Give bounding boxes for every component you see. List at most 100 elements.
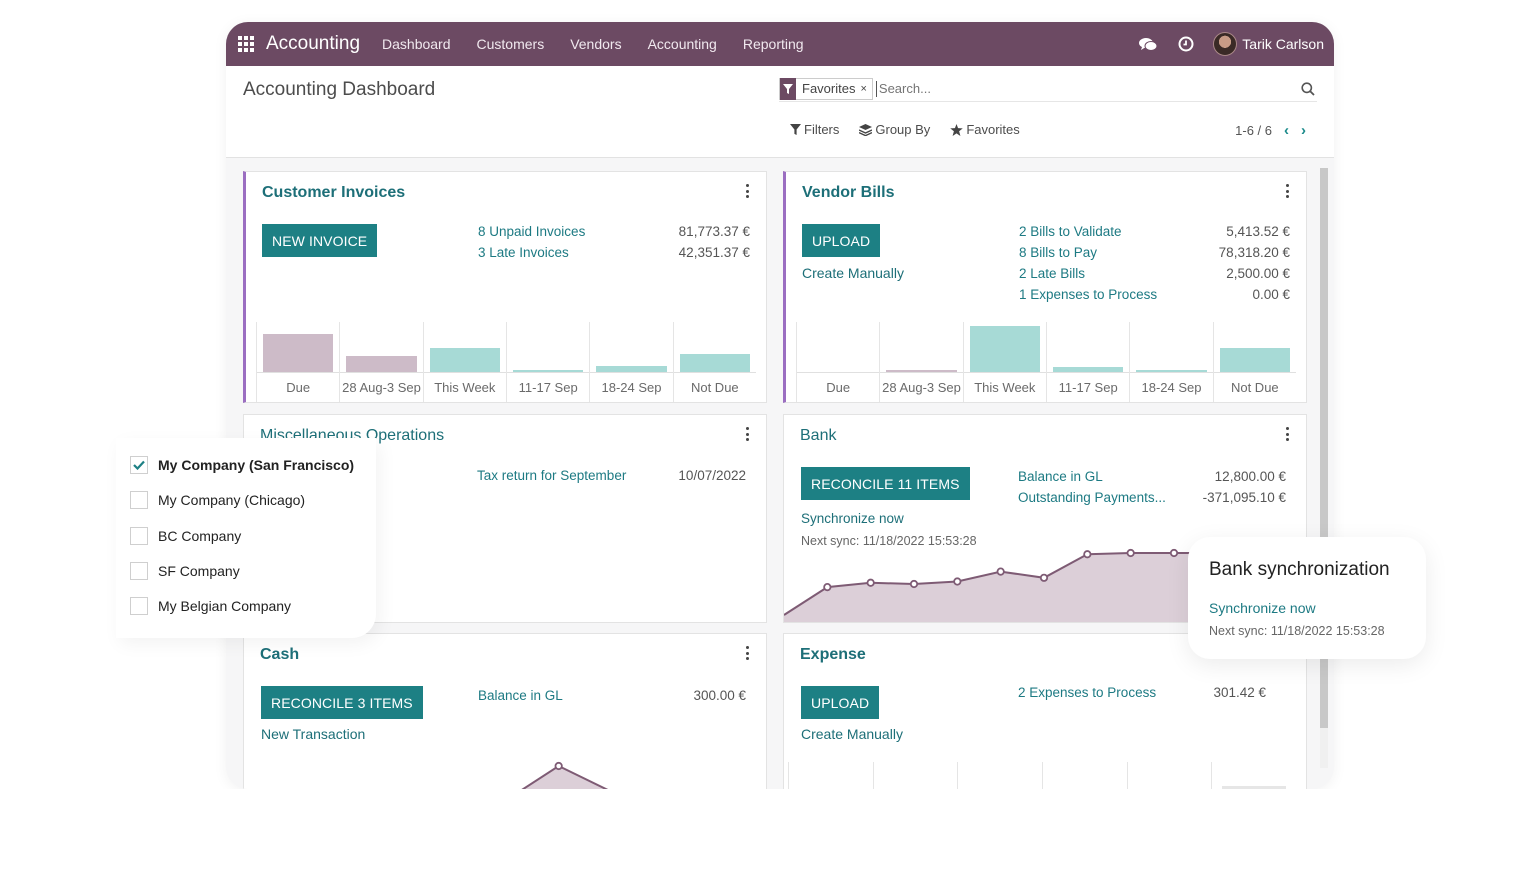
company-option[interactable]: My Belgian Company [130,597,291,615]
filters-button[interactable]: Filters [790,122,839,137]
chart-point[interactable] [1169,548,1179,558]
chart-column[interactable] [957,762,1042,789]
stat-row[interactable]: 3 Late Invoices 42,351.37 € [478,245,750,260]
nav-reporting[interactable]: Reporting [743,36,804,52]
card-menu-icon[interactable] [744,646,750,660]
chart-bar[interactable] [263,333,334,372]
stat-row[interactable]: Balance in GL 300.00 € [478,688,746,703]
chart-point[interactable] [1083,550,1092,559]
card-menu-icon[interactable] [744,427,750,441]
chat-icon[interactable] [1137,33,1159,55]
checkbox-checked[interactable] [130,456,148,474]
nav-customers[interactable]: Customers [477,36,545,52]
stat-row[interactable]: Balance in GL 12,800.00 € [1018,469,1286,484]
new-transaction-link[interactable]: New Transaction [261,726,365,742]
bills-aging-chart[interactable]: Due 28 Aug-3 Sep This Week 11-17 Sep 18-24 S… [796,322,1296,402]
stat-row[interactable]: 2 Bills to Validate 5,413.52 € [1019,224,1290,239]
chart-bar[interactable] [1136,370,1207,372]
chart-point[interactable] [554,761,563,771]
chart-column[interactable]: 28 Aug-3 Sep [339,322,422,402]
chart-point[interactable] [996,567,1005,576]
expense-chart[interactable] [788,762,1296,789]
chart-bar[interactable] [1219,348,1290,372]
checkbox[interactable] [130,527,148,545]
synchronize-now-link[interactable]: Synchronize now [1209,600,1316,616]
chart-column[interactable]: 11-17 Sep [1046,322,1129,402]
chart-column[interactable] [872,762,958,789]
card-title[interactable]: Vendor Bills [802,184,894,202]
cash-balance-chart[interactable] [244,754,767,789]
upload-button[interactable]: UPLOAD [802,224,881,257]
entry-label[interactable]: Tax return for September [477,468,626,483]
nav-vendors[interactable]: Vendors [570,36,621,52]
nav-accounting[interactable]: Accounting [648,36,717,52]
pager-next-button[interactable]: › [1301,122,1306,139]
create-manually-link[interactable]: Create Manually [802,265,904,281]
chart-column[interactable] [1042,762,1127,789]
stat-label[interactable]: 8 Bills to Pay [1019,245,1097,260]
chart-column[interactable] [1126,762,1212,789]
stat-label[interactable]: Balance in GL [1018,469,1103,484]
facet-remove-button[interactable]: × [860,83,871,95]
new-invoice-button[interactable]: NEW INVOICE [262,224,378,257]
card-menu-icon[interactable] [1284,184,1290,198]
chart-bar[interactable] [346,356,417,372]
chart-column[interactable]: 18-24 Sep [589,322,672,402]
stat-row[interactable]: 8 Bills to Pay 78,318.20 € [1019,245,1290,260]
group-by-button[interactable]: Group By [859,122,930,137]
checkbox[interactable] [130,597,148,615]
checkbox[interactable] [130,491,148,509]
stat-label[interactable]: 3 Late Invoices [478,245,569,260]
company-option[interactable]: My Company (Chicago) [130,491,305,509]
card-menu-icon[interactable] [744,184,750,198]
chart-column[interactable]: This Week [422,322,506,402]
card-title[interactable]: Cash [260,646,299,664]
chart-column[interactable]: Not Due [672,322,756,402]
chart-column[interactable]: Due [796,322,879,402]
chart-column[interactable]: 28 Aug-3 Sep [879,322,962,402]
chart-point[interactable] [953,577,962,586]
reconcile-button[interactable]: RECONCILE 11 ITEMS [801,467,970,500]
company-option[interactable]: BC Company [130,527,241,545]
scrollbar[interactable] [1320,168,1328,768]
stat-label[interactable]: 8 Unpaid Invoices [478,224,585,239]
chart-point[interactable] [1039,573,1049,582]
user-name[interactable]: Tarik Carlson [1242,36,1324,52]
card-title[interactable]: Customer Invoices [262,184,405,202]
stat-row[interactable]: 2 Expenses to Process 301.42 € [1018,685,1266,700]
stat-label[interactable]: Outstanding Payments... [1018,490,1166,505]
checkbox[interactable] [130,562,148,580]
search-input[interactable] [875,80,1256,97]
invoice-aging-chart[interactable]: Due 28 Aug-3 Sep This Week 11-17 Sep 18-24 S… [256,322,756,402]
chart-point[interactable] [1126,548,1135,558]
stat-label[interactable]: 2 Expenses to Process [1018,685,1156,700]
chart-bar[interactable] [886,369,957,372]
pager-previous-button[interactable]: ‹ [1284,122,1289,139]
pager-value[interactable]: 1-6 / 6 [1235,123,1272,138]
card-menu-icon[interactable] [1284,427,1290,441]
chart-point[interactable] [823,582,832,592]
company-option[interactable]: SF Company [130,562,240,580]
misc-entry[interactable]: Tax return for September 10/07/2022 [477,468,746,483]
stat-row[interactable]: 1 Expenses to Process 0.00 € [1019,287,1290,302]
chart-bar[interactable] [429,348,500,372]
chart-column[interactable]: Not Due [1212,322,1296,402]
chart-column[interactable] [1211,762,1296,789]
stat-label[interactable]: 1 Expenses to Process [1019,287,1157,302]
chart-column[interactable]: 11-17 Sep [506,322,589,402]
upload-button[interactable]: UPLOAD [801,686,880,719]
chart-column[interactable] [788,762,873,789]
stat-row[interactable]: 8 Unpaid Invoices 81,773.37 € [478,224,750,239]
chart-bar[interactable] [1053,367,1124,372]
chart-bar[interactable] [513,369,584,372]
create-manually-link[interactable]: Create Manually [801,726,903,742]
user-avatar[interactable] [1213,32,1238,56]
chart-column[interactable]: Due [256,322,339,402]
app-name[interactable]: Accounting [266,33,360,55]
synchronize-now-link[interactable]: Synchronize now [801,511,904,526]
apps-grid-icon[interactable] [238,36,254,52]
chart-column[interactable]: This Week [962,322,1046,402]
stat-row[interactable]: Outstanding Payments... -371,095.10 € [1018,490,1286,505]
card-title[interactable]: Bank [800,427,836,445]
stat-label[interactable]: Balance in GL [478,688,563,703]
